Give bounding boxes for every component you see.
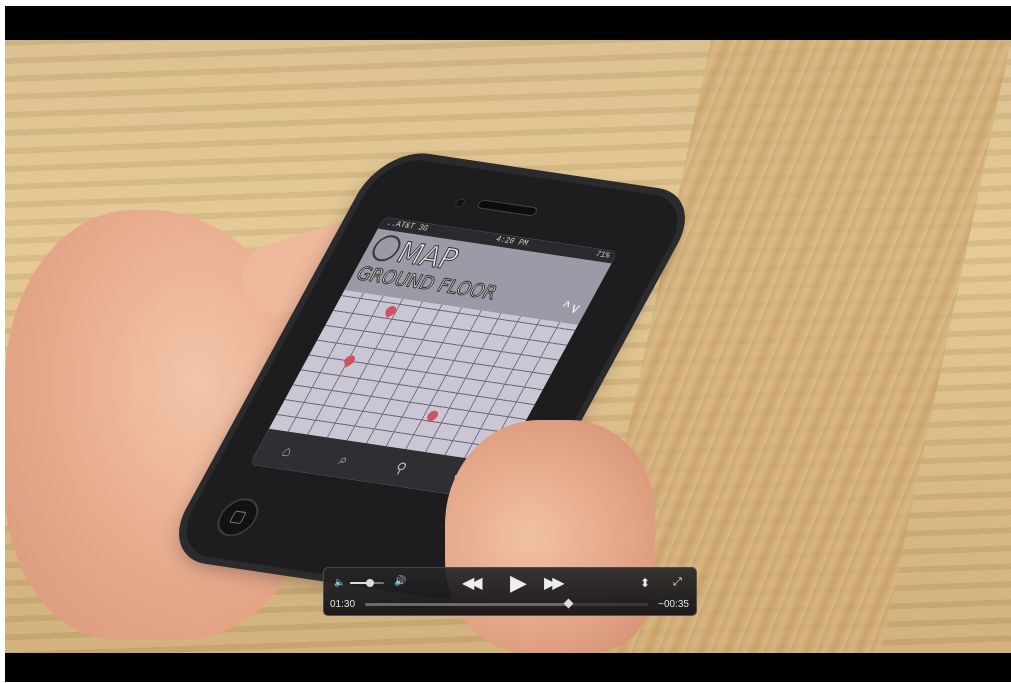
- elapsed-time: 01:30: [330, 599, 356, 610]
- play-icon[interactable]: ▶: [510, 570, 527, 596]
- share-icon[interactable]: ⬍: [640, 576, 650, 590]
- exit-fullscreen-icon[interactable]: ⤢: [673, 576, 682, 589]
- map-pin-icon: [342, 353, 357, 368]
- rewind-icon[interactable]: ◀◀: [462, 573, 483, 593]
- map-pin-icon: [425, 408, 440, 423]
- playback-controls: 🔈 🔊 ◀◀ ▶ ▶▶ ⬍ ⤢ 01:30 −00:35: [323, 567, 697, 616]
- home-button: [209, 495, 266, 539]
- right-hand: [445, 420, 655, 653]
- remaining-time: −00:35: [658, 599, 689, 610]
- earpiece-speaker: [476, 199, 539, 217]
- speaker-high-icon[interactable]: 🔊: [394, 576, 406, 587]
- scrubber-track[interactable]: [365, 598, 648, 609]
- floor-arrows-icon: ^ v: [558, 297, 584, 316]
- volume-knob[interactable]: [366, 579, 375, 587]
- volume-slider[interactable]: [350, 579, 384, 587]
- front-camera: [453, 197, 467, 209]
- home-tab-icon: ⌂: [279, 442, 296, 460]
- search-tab-icon: ⌕: [336, 450, 353, 468]
- video-player-window: ..AT&T 3G 4:20 PM 71% MAP GROUND FLOOR ^…: [5, 6, 1011, 682]
- video-frame[interactable]: ..AT&T 3G 4:20 PM 71% MAP GROUND FLOOR ^…: [5, 40, 1011, 653]
- scrubber-fill: [365, 603, 569, 606]
- speaker-low-icon[interactable]: 🔈: [334, 577, 345, 588]
- scrubber-knob[interactable]: [563, 598, 574, 609]
- fast-forward-icon[interactable]: ▶▶: [544, 573, 565, 593]
- map-pin-icon: [384, 303, 398, 318]
- location-tab-icon: ⚲: [392, 458, 411, 476]
